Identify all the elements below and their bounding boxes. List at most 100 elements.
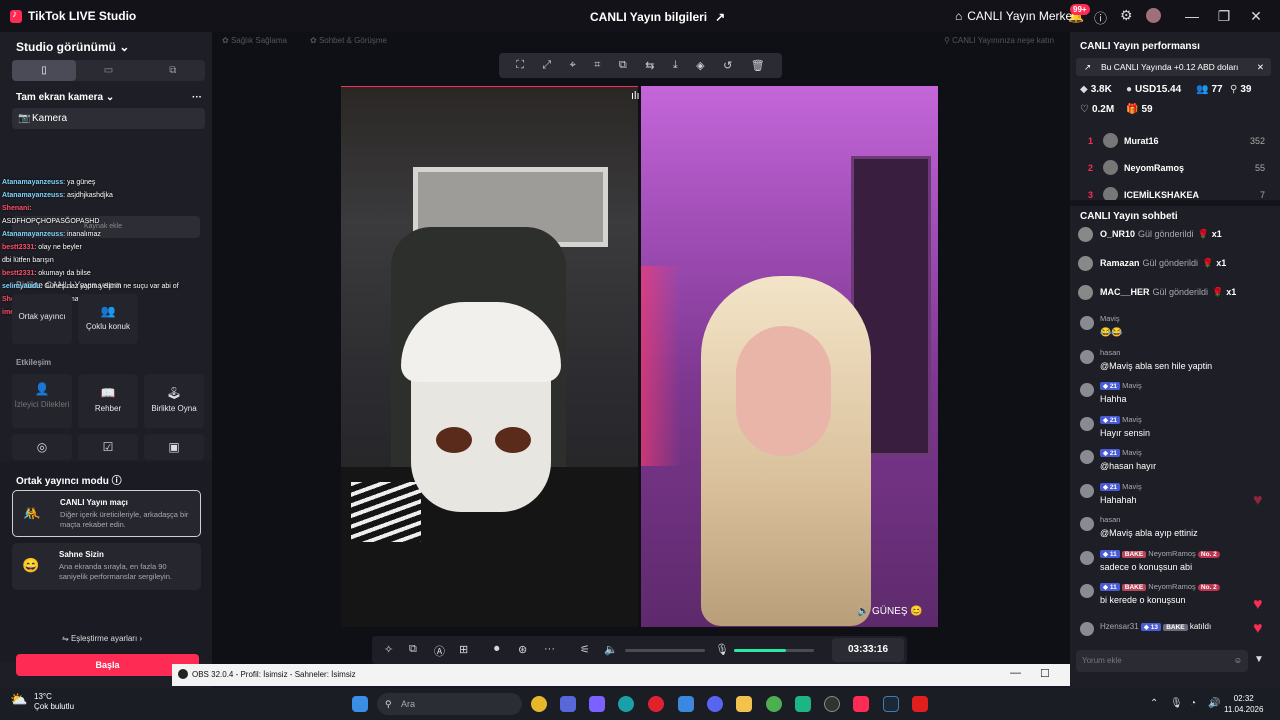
- control-bar: ✧ ⧉ Ⓐ ⊞ ⏺ ⊛ ··· ⚟ 🔈 🎙 03:33:16: [372, 636, 907, 664]
- co-host-tile[interactable]: Ortak yayıncı: [12, 294, 72, 344]
- scene-dropdown[interactable]: Tam ekran kamera ⌄: [16, 92, 114, 103]
- heart-icon: ♥: [1253, 596, 1263, 613]
- live-center-button[interactable]: ⌂ CANLI Yayın Merkezi: [955, 9, 1081, 23]
- chevron-up-icon[interactable]: ⌃: [1150, 698, 1158, 709]
- mode-card-stage[interactable]: 😄 Sahne Sizin Ana ekranda sırayla, en fa…: [12, 543, 201, 590]
- taskbar-search[interactable]: ⚲ Ara: [377, 693, 522, 715]
- hint-health[interactable]: ✿ Sağlık Sağlama: [222, 36, 287, 45]
- windows-start-icon[interactable]: [352, 696, 368, 712]
- mic-tray-icon[interactable]: 🎙: [1170, 698, 1183, 709]
- source-camera-label: Kamera: [32, 113, 68, 124]
- clock-time: 02:32: [1233, 694, 1254, 703]
- emoji-icon[interactable]: ☺: [1234, 650, 1242, 672]
- rotate-icon[interactable]: ↺: [723, 59, 732, 72]
- duplicate-icon[interactable]: ⧉: [619, 59, 627, 72]
- comment-input[interactable]: Yorum ekle ☺: [1076, 650, 1248, 672]
- clock[interactable]: 02:32 11.04.2026: [1224, 693, 1263, 715]
- store-icon[interactable]: [560, 696, 576, 712]
- hint-joy[interactable]: ⚲ CANLI Yayınınıza neşe katın: [944, 36, 1054, 45]
- overlay-chat-line: Atanamayanzeuss: ya güneş: [2, 176, 202, 189]
- chrome-alt-icon[interactable]: [766, 696, 782, 712]
- obs-window[interactable]: OBS 32.0.4 - Profil: İsimsiz - Sahneler:…: [172, 664, 1091, 686]
- maximize-icon[interactable]: ❐: [1208, 8, 1240, 25]
- gifter-row[interactable]: 3 ICEMİLKSHAKEA 7: [1070, 184, 1280, 210]
- effects-icon[interactable]: ⧉: [409, 643, 417, 656]
- magic-icon[interactable]: ✧: [384, 643, 393, 656]
- add-media-icon[interactable]: ⊞: [459, 643, 468, 656]
- host-video[interactable]: [341, 86, 638, 627]
- gifter-row[interactable]: 2 NeyomRamoş 55: [1070, 157, 1280, 183]
- minimize-icon[interactable]: —: [1176, 8, 1208, 24]
- audio-bars-icon[interactable]: ılı: [631, 90, 640, 102]
- fit-icon[interactable]: ⛶: [516, 59, 524, 72]
- chat-user-line: ◆ 21 Maviş: [1100, 415, 1142, 424]
- speaker-icon[interactable]: 🔈: [857, 606, 869, 617]
- match-settings-button[interactable]: ⇋ Eşleştirme ayarları ›: [62, 634, 142, 643]
- tab-landscape[interactable]: ▭: [76, 60, 140, 81]
- filter-icon[interactable]: ▼: [1254, 654, 1264, 665]
- more-icon[interactable]: ···: [544, 643, 555, 655]
- edge-icon[interactable]: [618, 696, 634, 712]
- poll-tile[interactable]: ☑: [78, 434, 138, 460]
- play-together-tile[interactable]: 🕹 Birlikte Oyna: [144, 374, 204, 428]
- source-camera[interactable]: 📷 Kamera: [12, 108, 205, 129]
- chrome-icon[interactable]: [531, 696, 547, 712]
- info-icon[interactable]: ⓘ: [112, 476, 122, 487]
- avatar[interactable]: [1146, 8, 1161, 23]
- expand-icon[interactable]: ⤢: [542, 59, 551, 72]
- gear-icon[interactable]: ⚙: [1120, 7, 1133, 24]
- more-icon[interactable]: ···: [192, 92, 202, 103]
- obs-minimize-icon[interactable]: —: [1010, 667, 1021, 679]
- live-info-button[interactable]: CANLI Yayın bilgileri ↗: [590, 10, 725, 24]
- wifi-icon[interactable]: ◔: [1190, 698, 1196, 709]
- crop-icon[interactable]: ⌗: [594, 59, 600, 72]
- box-tile[interactable]: ▣: [144, 434, 204, 460]
- tiktok-taskbar-icon[interactable]: [853, 696, 869, 712]
- trash-icon[interactable]: 🗑: [751, 59, 765, 72]
- mic-slider[interactable]: [734, 649, 814, 652]
- opera-icon[interactable]: [648, 696, 664, 712]
- guide-tile[interactable]: 📖 Rehber: [78, 374, 138, 428]
- teams-icon[interactable]: [589, 696, 605, 712]
- speaker-tray-icon[interactable]: 🔊: [1208, 698, 1220, 709]
- tab-multi[interactable]: ⧉: [141, 60, 205, 81]
- volume-slider[interactable]: [625, 649, 705, 652]
- gifter-row[interactable]: 1 Murat16 352: [1070, 130, 1280, 156]
- goal-tile[interactable]: ◎: [12, 434, 72, 460]
- viewer-wishes-tile[interactable]: 👤 İzleyici Dilekleri: [12, 374, 72, 428]
- folder-icon[interactable]: [736, 696, 752, 712]
- close-icon[interactable]: ✕: [1240, 8, 1272, 25]
- gift-text: Gül gönderildi: [1142, 258, 1199, 268]
- help-icon[interactable]: ⓘ: [1094, 8, 1107, 27]
- obs-maximize-icon[interactable]: ☐: [1040, 667, 1050, 680]
- mic-icon[interactable]: 🎙: [715, 643, 729, 656]
- overlay-chat-user: bestt2331: [2, 244, 35, 251]
- guest-video[interactable]: [641, 86, 938, 627]
- layers-icon[interactable]: ◈: [696, 59, 704, 72]
- app-icon[interactable]: [795, 696, 811, 712]
- tab-portrait[interactable]: ▯: [12, 60, 77, 81]
- volume-icon[interactable]: 🔈: [604, 643, 618, 656]
- ai-icon[interactable]: Ⓐ: [434, 643, 445, 659]
- mode-card-live-match[interactable]: 🤼 CANLI Yayın maçı Diğer içerik üreticil…: [12, 490, 201, 537]
- record-icon[interactable]: ⏺: [494, 643, 500, 656]
- avatar: [1080, 622, 1094, 636]
- studio-view-dropdown[interactable]: Studio görünümü ⌄: [16, 40, 129, 54]
- mail-icon[interactable]: [678, 696, 694, 712]
- center-icon[interactable]: ⌖: [570, 59, 576, 72]
- youtube-icon[interactable]: [912, 696, 928, 712]
- obs-taskbar-icon[interactable]: [824, 696, 840, 712]
- chat-text: Hahahah: [1100, 494, 1137, 505]
- settings-sliders-icon[interactable]: ⚟: [580, 643, 590, 656]
- gifter-rank: 3: [1088, 190, 1094, 200]
- camera-switch-icon[interactable]: ⊛: [518, 643, 527, 656]
- overlay-chat-user: Atanamayanzeuss: [2, 179, 64, 186]
- layer-down-icon[interactable]: ⤓: [673, 59, 678, 72]
- close-icon[interactable]: ✕: [1257, 58, 1264, 76]
- level-badge: ◆ 21: [1100, 482, 1121, 491]
- steam-icon[interactable]: [883, 696, 899, 712]
- discord-icon[interactable]: [707, 696, 723, 712]
- flip-icon[interactable]: ⇆: [645, 59, 654, 72]
- multi-guest-tile[interactable]: 👥 Çoklu konuk: [78, 294, 138, 344]
- hint-chat[interactable]: ✿ Sohbet & Görüşme: [310, 36, 387, 45]
